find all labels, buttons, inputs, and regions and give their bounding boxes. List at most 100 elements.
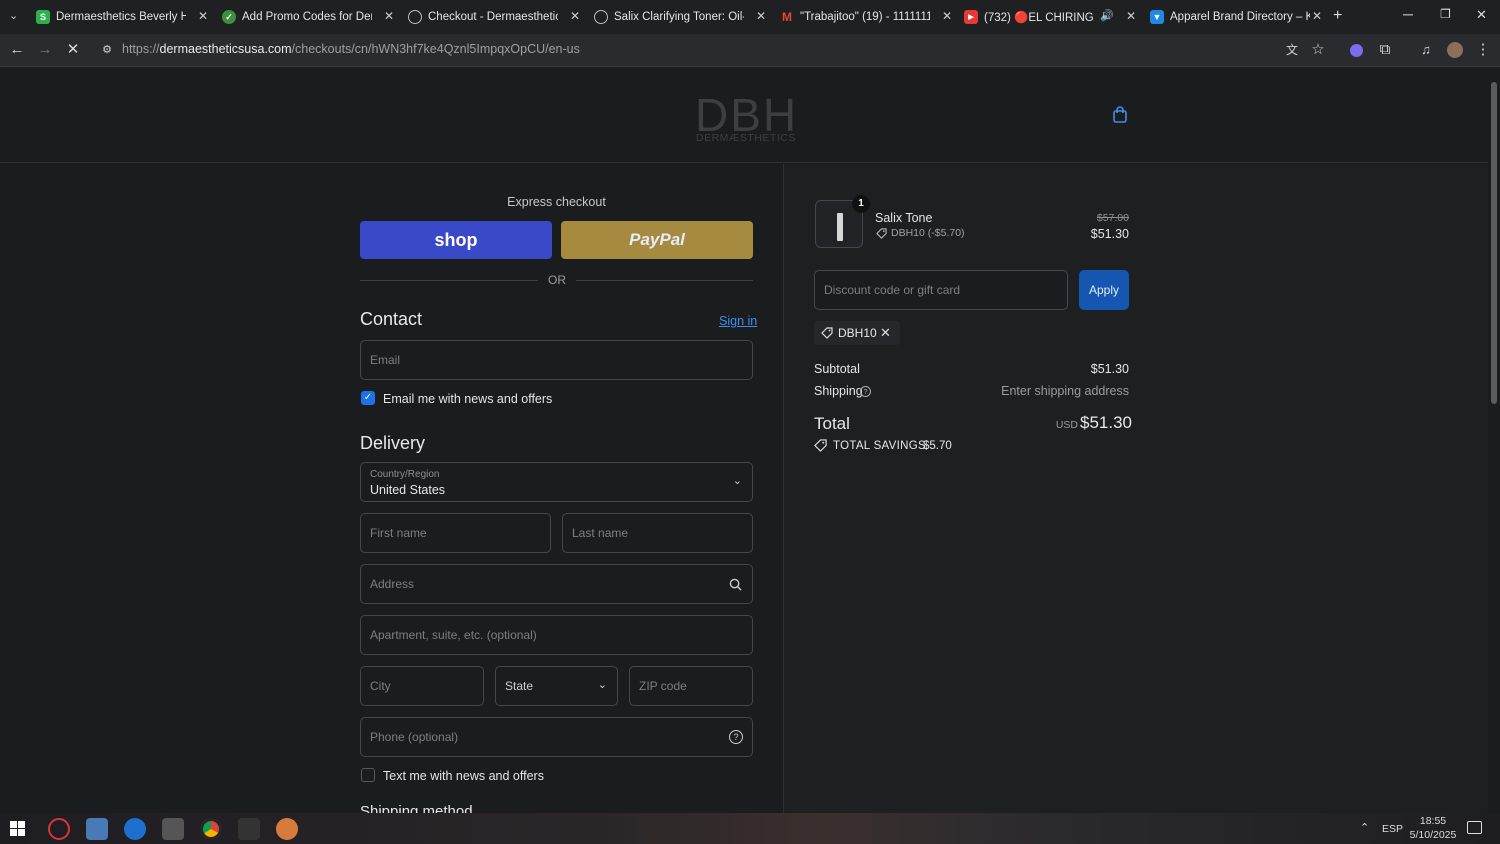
email-news-label[interactable]: Email me with news and offers [383,392,552,406]
language-indicator[interactable]: ESP [1382,823,1403,835]
app-icon[interactable] [162,818,184,840]
shipping-label: Shipping [814,384,863,398]
clock-time[interactable]: 18:55 [1410,815,1456,827]
speaker-icon[interactable]: 🔊 [1100,9,1114,22]
total-currency: USD [1055,419,1078,431]
notifications-icon[interactable] [1467,821,1482,834]
site-info-icon[interactable]: ⚙ [97,40,117,60]
close-icon[interactable]: ✕ [570,9,580,23]
extension-icon[interactable] [1346,40,1366,60]
first-name-field[interactable]: First name [360,513,551,553]
search-icon [729,578,742,591]
delivery-heading: Delivery [360,433,426,453]
browser-menu-icon[interactable]: ⋮ [1473,40,1493,60]
clock-date[interactable]: 5/10/2025 [1406,829,1460,841]
browser-toolbar: ← → ✕ ⚙ https://dermaestheticsusa.com/ch… [0,34,1500,67]
close-icon[interactable]: ✕ [756,9,766,23]
forward-icon[interactable]: → [35,40,55,60]
shop-pay-button[interactable]: shop [360,221,552,259]
original-price: $57.00 [1096,212,1129,224]
chevron-down-icon: ⌄ [597,679,607,691]
app-icon[interactable] [124,818,146,840]
applied-code-chip: DBH10 ✕ [814,321,900,345]
tab-1[interactable]: S Dermaesthetics Beverly Hills Pr ✕ [36,3,212,31]
state-label: State [505,679,534,693]
shipping-help-icon[interactable]: ? [860,386,871,397]
tab-title: Add Promo Codes for Dermaes [242,11,372,23]
address-field[interactable]: Address [360,564,753,604]
app-icon[interactable] [238,818,260,840]
app-icon[interactable] [48,818,70,840]
close-icon[interactable]: ✕ [1312,9,1322,23]
browser-tab-bar: ⌄ S Dermaesthetics Beverly Hills Pr ✕ ✓ … [0,0,1500,34]
bookmark-star-icon[interactable]: ☆ [1308,40,1328,60]
last-name-field[interactable]: Last name [562,513,753,553]
app-icon[interactable] [86,818,108,840]
stop-loading-icon[interactable]: ✕ [63,40,83,60]
zip-field[interactable]: ZIP code [629,666,753,706]
city-field[interactable]: City [360,666,484,706]
extensions-puzzle-icon[interactable]: ⧉ [1375,40,1395,60]
email-field[interactable]: Email [360,340,753,380]
show-hidden-icons-icon[interactable]: ⌃ [1360,821,1369,834]
tab-5[interactable]: M "Trabajitoo" (19) - 1111111111 ✕ [780,3,956,31]
chrome-icon[interactable] [200,818,222,840]
close-icon[interactable]: ✕ [384,9,394,23]
email-placeholder: Email [370,353,401,367]
translate-icon[interactable]: 文 [1282,40,1302,60]
profile-avatar-icon[interactable] [1445,40,1465,60]
remove-code-close-icon[interactable]: ✕ [880,325,891,341]
url-path: /checkouts/cn/hWN3hf7ke4Qznl5ImpqxOpCU/e… [291,42,580,56]
phone-field[interactable]: Phone (optional) ? [360,717,753,757]
state-select[interactable]: State ⌄ [495,666,618,706]
tab-search-icon[interactable]: ⌄ [9,9,18,22]
new-tab-button[interactable]: + [1333,7,1342,25]
sign-in-link[interactable]: Sign in [719,314,757,328]
shopify-favicon-icon: S [36,10,50,24]
windows-start-icon[interactable] [10,821,26,837]
tab-7[interactable]: ▼ Apparel Brand Directory – Knoji ✕ [1150,3,1326,31]
help-icon[interactable]: ? [729,730,743,744]
discount-placeholder: Discount code or gift card [824,283,961,297]
close-icon[interactable]: ✕ [942,9,952,23]
total-label: Total [814,414,850,433]
email-news-checkbox[interactable]: ✓ [361,391,375,405]
scrollbar-thumb[interactable] [1491,82,1497,404]
globe-favicon-icon [408,10,422,24]
apartment-field[interactable]: Apartment, suite, etc. (optional) [360,615,753,655]
text-news-label[interactable]: Text me with news and offers [383,769,544,783]
tab-2[interactable]: ✓ Add Promo Codes for Dermaes ✕ [222,3,398,31]
close-icon[interactable]: ✕ [198,9,208,23]
restore-button[interactable]: ❐ [1440,7,1451,21]
divider [360,280,538,281]
tab-title: "Trabajitoo" (19) - 1111111111 [800,11,930,23]
tab-3-active[interactable]: Checkout - Dermaesthetics Bev ✕ [408,3,584,31]
text-news-checkbox[interactable] [361,768,375,782]
minimize-button[interactable]: ─ [1403,6,1413,22]
app-icon[interactable] [276,818,298,840]
apply-button[interactable]: Apply [1079,270,1129,310]
globe-favicon-icon [594,10,608,24]
close-icon[interactable]: ✕ [1126,9,1136,23]
address-bar[interactable]: https://dermaestheticsusa.com/checkouts/… [122,42,580,56]
total-savings-label: TOTAL SAVINGS [833,440,926,452]
subtotal-value: $51.30 [1090,362,1129,376]
knoji-favicon-icon: ▼ [1150,10,1164,24]
product-discount-label: DBH10 (-$5.70) [891,227,965,239]
country-select[interactable]: Country/Region United States ⌄ [360,462,753,502]
tab-4[interactable]: Salix Clarifying Toner: Oil-Contr ✕ [594,3,770,31]
back-icon[interactable]: ← [7,40,27,60]
tab-title: Salix Clarifying Toner: Oil-Contr [614,11,744,23]
applied-code-label: DBH10 [838,326,877,340]
media-control-icon[interactable]: ♫ [1416,40,1436,60]
close-window-button[interactable]: ✕ [1476,7,1487,23]
tab-title: Apparel Brand Directory – Knoji [1170,11,1310,23]
page-scrollbar[interactable] [1488,68,1500,813]
coupon-favicon-icon: ✓ [222,10,236,24]
shopping-bag-icon[interactable] [1111,106,1129,124]
paypal-button[interactable]: PayPal [561,221,753,259]
site-header: DBH DERMÆSTHETICS [0,68,1488,163]
discount-code-field[interactable]: Discount code or gift card [814,270,1068,310]
country-value: United States [370,483,446,497]
tab-6[interactable]: ▶ (732) 🔴EL CHIRINGUITO D 🔊 ✕ [964,3,1140,31]
